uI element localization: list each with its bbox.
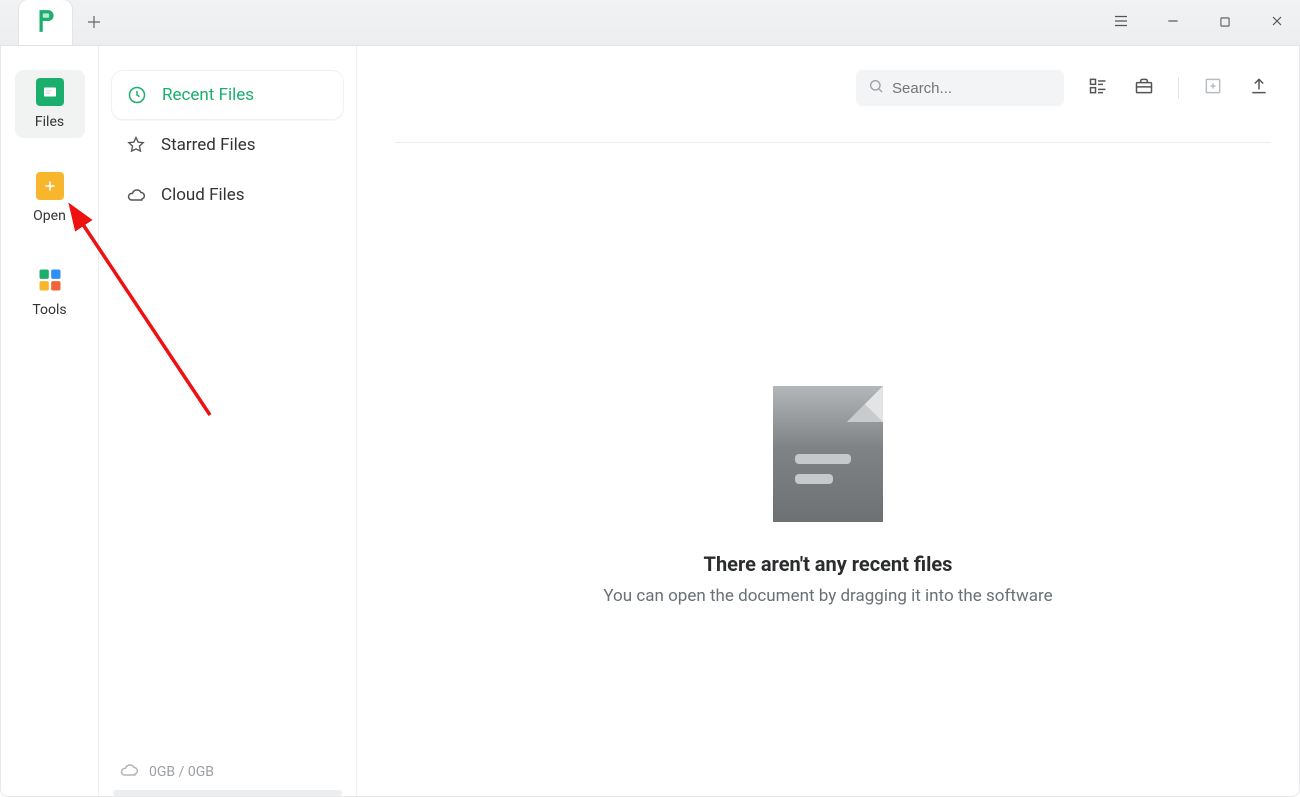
- rail-item-files[interactable]: Files: [15, 70, 85, 138]
- cloud-icon: [125, 184, 147, 206]
- settings-button[interactable]: [1132, 76, 1156, 100]
- plus-icon: [85, 12, 103, 37]
- sidebar-item-starred[interactable]: Starred Files: [111, 120, 344, 170]
- sidebar-item-recent[interactable]: Recent Files: [111, 70, 344, 120]
- clock-icon: [126, 84, 148, 106]
- divider-line: [395, 142, 1271, 143]
- plus-square-icon: [1203, 76, 1223, 100]
- search-input[interactable]: [892, 80, 1052, 97]
- close-button[interactable]: [1264, 10, 1290, 36]
- close-icon: [1269, 13, 1285, 33]
- files-icon: [36, 78, 64, 106]
- new-file-button[interactable]: [1201, 76, 1225, 100]
- new-tab-button[interactable]: [73, 3, 115, 45]
- sidebar: Recent Files Starred Files Cloud Files 0…: [99, 46, 357, 796]
- sidebar-item-label: Cloud Files: [161, 185, 245, 205]
- hamburger-icon: [1112, 12, 1130, 34]
- empty-title: There aren't any recent files: [704, 552, 953, 576]
- empty-state: There aren't any recent files You can op…: [357, 386, 1299, 606]
- tools-icon: [36, 266, 64, 294]
- app-logo-icon: [33, 8, 59, 38]
- minimize-icon: [1165, 13, 1181, 33]
- sidebar-item-label: Recent Files: [162, 85, 254, 105]
- maximize-icon: [1218, 14, 1232, 33]
- app-tab[interactable]: [18, 0, 73, 45]
- rail-item-open[interactable]: Open: [15, 164, 85, 232]
- sidebar-item-cloud[interactable]: Cloud Files: [111, 170, 344, 220]
- storage-status: 0GB / 0GB: [119, 760, 336, 784]
- main-area: There aren't any recent files You can op…: [357, 46, 1299, 796]
- storage-text: 0GB / 0GB: [149, 764, 214, 780]
- hamburger-menu-button[interactable]: [1108, 10, 1134, 36]
- toolbox-icon: [1134, 76, 1154, 100]
- body: Files Open Tools Rec: [0, 46, 1300, 797]
- rail-item-label: Open: [33, 208, 66, 224]
- titlebar: [0, 0, 1300, 46]
- left-rail: Files Open Tools: [1, 46, 99, 796]
- rail-item-tools[interactable]: Tools: [15, 258, 85, 326]
- view-toggle-button[interactable]: [1086, 76, 1110, 100]
- search-field[interactable]: [856, 70, 1064, 106]
- toolbar: [856, 70, 1271, 106]
- open-icon: [36, 172, 64, 200]
- empty-document-icon: [773, 386, 883, 522]
- minimize-button[interactable]: [1160, 10, 1186, 36]
- search-icon: [868, 78, 884, 98]
- divider: [1178, 77, 1179, 99]
- rail-item-label: Tools: [32, 302, 66, 318]
- storage-progress: [113, 790, 342, 796]
- cloud-storage-icon: [119, 760, 139, 784]
- sidebar-item-label: Starred Files: [161, 135, 256, 155]
- list-view-icon: [1088, 76, 1108, 100]
- upload-icon: [1249, 76, 1269, 100]
- maximize-button[interactable]: [1212, 10, 1238, 36]
- upload-button[interactable]: [1247, 76, 1271, 100]
- star-icon: [125, 134, 147, 156]
- window-controls: [1108, 0, 1290, 46]
- empty-subtitle: You can open the document by dragging it…: [603, 586, 1052, 606]
- rail-item-label: Files: [35, 114, 64, 130]
